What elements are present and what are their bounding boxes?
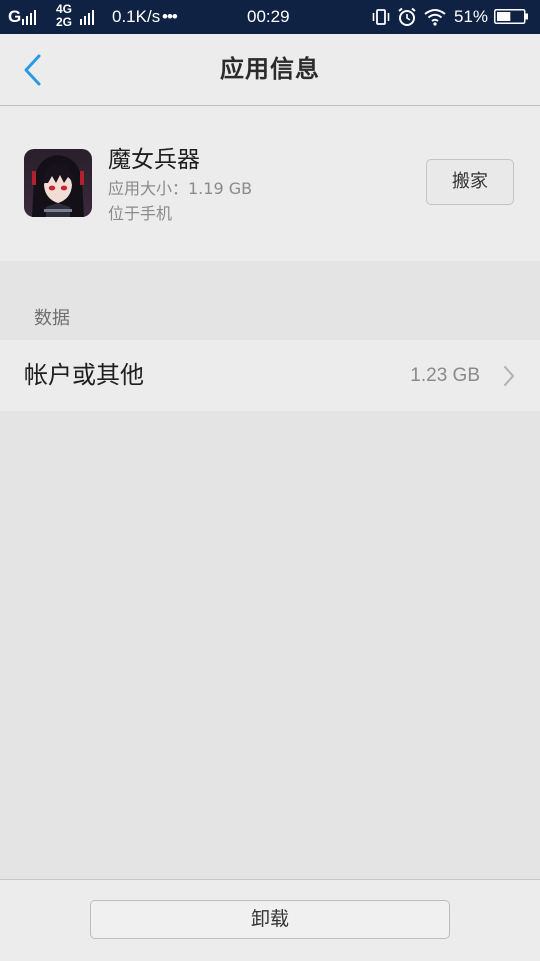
section-header-data: 数据 xyxy=(34,308,70,329)
carrier-signal-label: G xyxy=(8,7,22,26)
chevron-right-icon xyxy=(503,365,515,387)
alarm-icon xyxy=(398,7,416,26)
net-speed: 0.1K/s xyxy=(112,7,161,26)
uninstall-button[interactable]: 卸载 xyxy=(90,900,450,939)
status-bar: G 4G 2G 0.1K/s ••• 00:29 51% xyxy=(0,0,540,34)
data-row-value: 1.23 GB xyxy=(410,365,480,386)
title-bar: 应用信息 xyxy=(0,34,540,106)
storage-data-row[interactable]: 帐户或其他 1.23 GB xyxy=(0,340,540,411)
signal-bars-icon-2 xyxy=(80,9,94,25)
network-2g-label: 2G xyxy=(56,15,73,29)
wifi-icon xyxy=(424,9,446,26)
page-title: 应用信息 xyxy=(220,55,320,83)
more-dots-icon: ••• xyxy=(162,7,178,26)
bottom-bar: 卸载 xyxy=(0,879,540,961)
app-size: 应用大小：1.19 GB xyxy=(108,179,253,198)
vibrate-icon xyxy=(372,9,390,25)
app-name: 魔女兵器 xyxy=(108,147,200,173)
battery-percent: 51% xyxy=(454,7,489,26)
data-row-label: 帐户或其他 xyxy=(24,361,144,389)
app-icon-image xyxy=(24,149,92,217)
app-info-card: 魔女兵器 应用大小：1.19 GB 位于手机 搬家 xyxy=(0,106,540,261)
signal-bars-icon xyxy=(22,9,36,25)
app-location: 位于手机 xyxy=(108,204,173,223)
clock: 00:29 xyxy=(247,7,290,26)
move-button[interactable]: 搬家 xyxy=(426,159,514,205)
battery-icon xyxy=(494,9,528,24)
network-type-stack: 4G 2G xyxy=(56,3,78,31)
app-icon xyxy=(24,149,92,217)
